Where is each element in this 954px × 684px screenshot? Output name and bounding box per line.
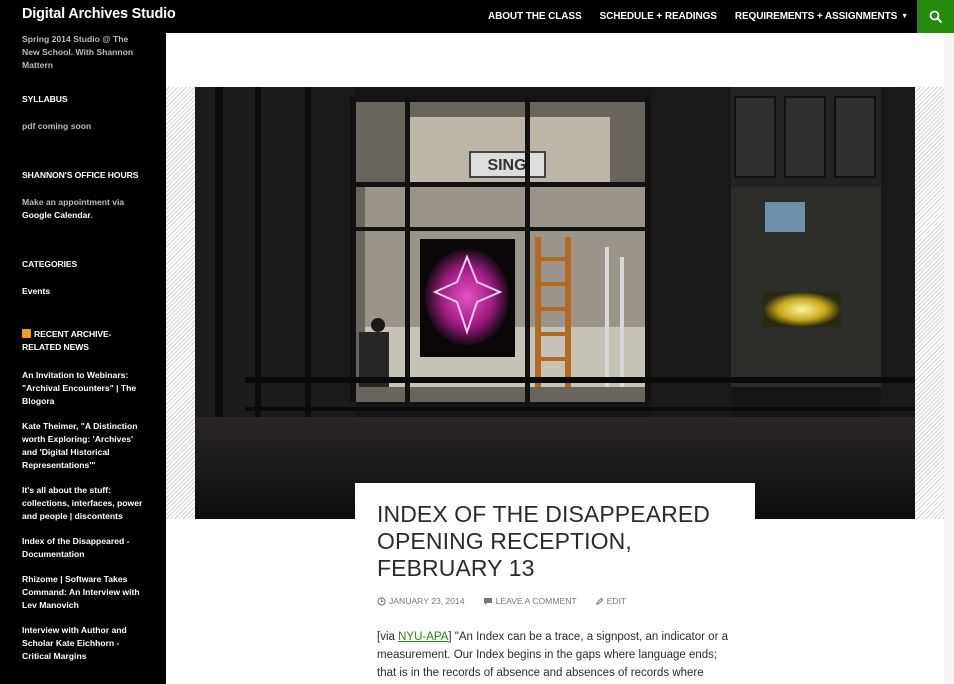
office-hours-prefix: Make an appointment via bbox=[22, 197, 125, 207]
nyu-apa-link[interactable]: NYU-APA bbox=[398, 631, 448, 643]
nav-requirements-assignments[interactable]: REQUIREMENTS + ASSIGNMENTS ▼ bbox=[735, 11, 908, 22]
syllabus-text: pdf coming soon bbox=[22, 121, 92, 131]
nav-about-label: ABOUT THE CLASS bbox=[488, 11, 582, 22]
site-header: Digital Archives Studio ABOUT THE CLASS … bbox=[0, 0, 954, 33]
post-excerpt: [via NYU-APA] "An Index can be a trace, … bbox=[377, 628, 737, 682]
news-item[interactable]: Kate Theimer, "A Distinction worth Explo… bbox=[22, 420, 144, 472]
featured-image[interactable]: SING bbox=[195, 87, 915, 519]
widget-title-news: RECENT ARCHIVE-RELATED NEWS bbox=[22, 328, 144, 354]
news-item[interactable]: Interview with Author and Scholar Kate E… bbox=[22, 624, 144, 663]
widget-title-office-hours: SHANNON'S OFFICE HOURS bbox=[22, 170, 139, 180]
news-item[interactable]: Index of the Disappeared - Documentation bbox=[22, 535, 144, 561]
edit-link[interactable]: EDIT bbox=[595, 596, 636, 606]
office-hours-text: Make an appointment via Google Calendar. bbox=[22, 196, 144, 222]
clock-icon bbox=[377, 596, 386, 606]
pencil-icon bbox=[595, 597, 604, 605]
post-entry: INDEX OF THE DISAPPEARED OPENING RECEPTI… bbox=[355, 483, 755, 684]
news-item[interactable]: An Invitation to Webinars: "Archival Enc… bbox=[22, 369, 144, 408]
primary-nav: ABOUT THE CLASS SCHEDULE + READINGS REQU… bbox=[470, 0, 908, 33]
sidebar: Spring 2014 Studio @ The New School. Wit… bbox=[0, 33, 166, 684]
leave-comment-link[interactable]: LEAVE A COMMENT bbox=[483, 596, 586, 606]
right-gutter bbox=[944, 33, 954, 684]
post-title[interactable]: INDEX OF THE DISAPPEARED OPENING RECEPTI… bbox=[377, 501, 733, 582]
excerpt-prefix: [via bbox=[377, 631, 399, 643]
edit-text: EDIT bbox=[606, 596, 627, 606]
caret-down-icon: ▼ bbox=[901, 13, 908, 20]
widget-title-syllabus: SYLLABUS bbox=[22, 94, 68, 104]
post-date[interactable]: JANUARY 23, 2014 bbox=[377, 596, 474, 606]
nav-schedule-label: SCHEDULE + READINGS bbox=[599, 11, 717, 22]
office-hours-suffix: . bbox=[90, 210, 93, 220]
widget-title-categories: CATEGORIES bbox=[22, 259, 78, 269]
rss-icon[interactable] bbox=[22, 329, 31, 338]
site-tagline: Spring 2014 Studio @ The New School. Wit… bbox=[22, 34, 134, 70]
svg-text:SING: SING bbox=[487, 157, 526, 174]
category-events-link[interactable]: Events bbox=[22, 285, 144, 298]
nav-requirements-label: REQUIREMENTS + ASSIGNMENTS bbox=[734, 11, 898, 22]
news-title-text: RECENT ARCHIVE-RELATED NEWS bbox=[22, 329, 112, 352]
nav-schedule-readings[interactable]: SCHEDULE + READINGS bbox=[600, 11, 717, 22]
news-item[interactable]: Rhizome | Software Takes Command: An Int… bbox=[22, 573, 144, 612]
google-calendar-link[interactable]: Google Calendar bbox=[22, 210, 90, 220]
comment-icon bbox=[483, 597, 492, 605]
post-meta: JANUARY 23, 2014 LEAVE A COMMENT EDIT bbox=[377, 596, 733, 606]
news-list: An Invitation to Webinars: "Archival Enc… bbox=[22, 369, 144, 663]
post-date-text: JANUARY 23, 2014 bbox=[389, 596, 465, 606]
search-icon bbox=[929, 10, 942, 23]
site-title[interactable]: Digital Archives Studio bbox=[22, 6, 176, 22]
nav-about-the-class[interactable]: ABOUT THE CLASS bbox=[488, 11, 582, 22]
search-button[interactable] bbox=[917, 0, 954, 33]
news-item[interactable]: It's all about the stuff: collections, i… bbox=[22, 484, 144, 523]
leave-comment-text: LEAVE A COMMENT bbox=[495, 596, 577, 606]
